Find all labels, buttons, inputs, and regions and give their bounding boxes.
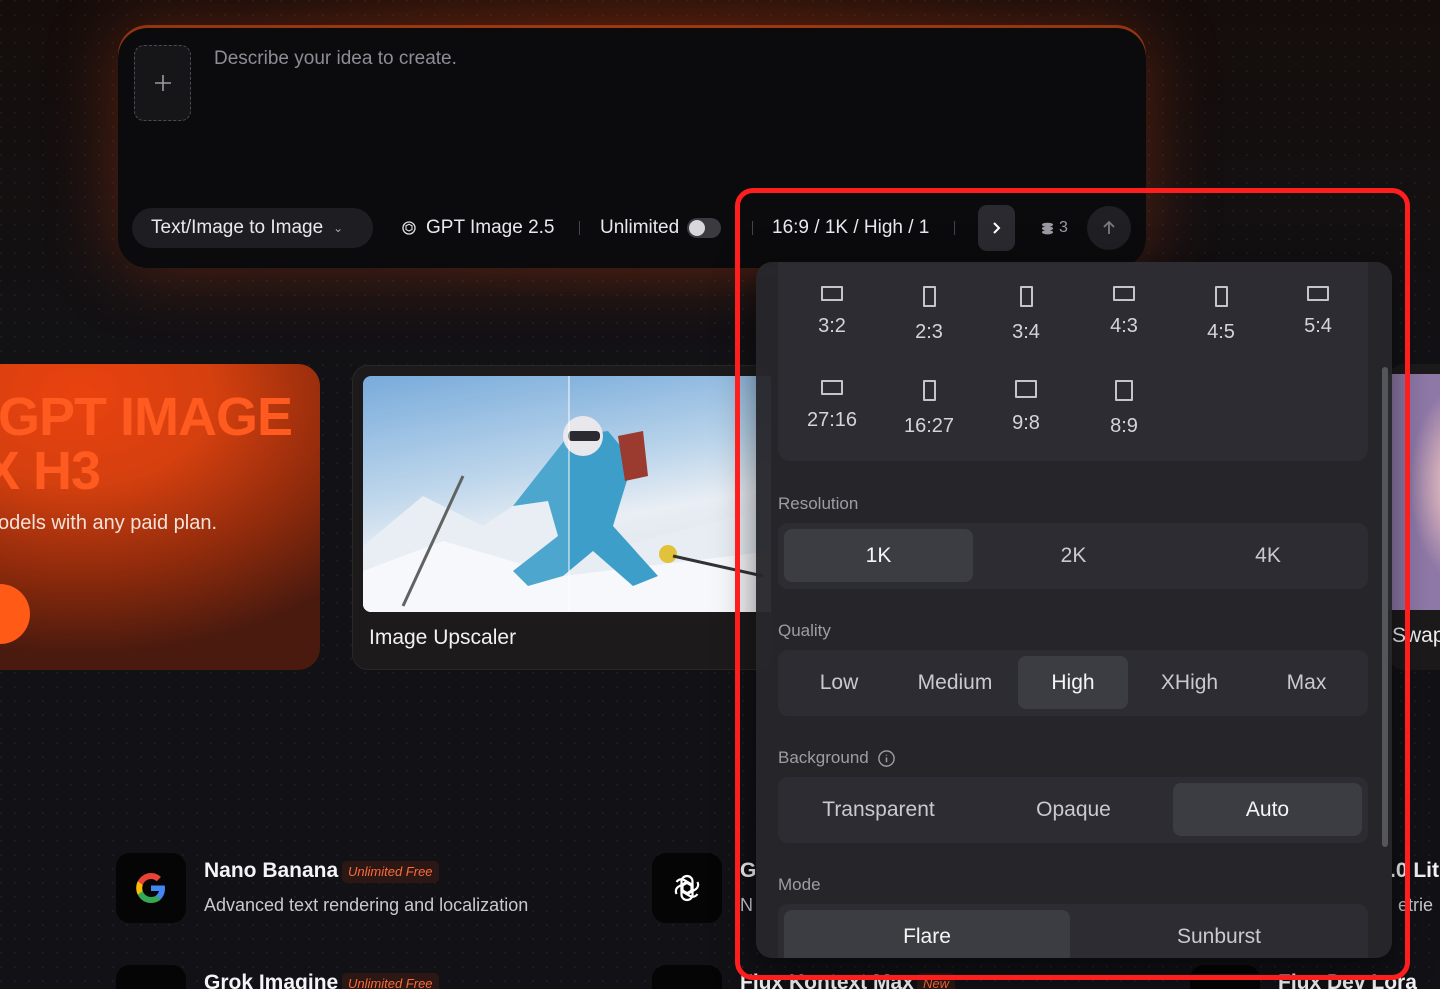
unlimited-label: Unlimited [600,217,680,238]
unlimited-free-badge: Unlimited Free [342,861,439,883]
model-description: Advanced text rendering and localization [204,895,529,915]
chevron-down-icon: ⌄ [333,221,344,235]
google-icon [116,853,186,923]
model-name: Nano Banana [204,859,339,882]
model-name: Grok Imagine [204,971,339,989]
mode-dropdown-label: Text/Image to Image [151,217,324,238]
toolbar-divider [579,221,580,235]
promo-subtitle: odels with any paid plan. [0,512,218,534]
plus-icon [154,75,171,91]
model-list-item[interactable]: Grok Imagine Unlimited Free [116,965,636,989]
promo-banner[interactable]: GPT IMAGE X H3 odels with any paid plan. [0,364,320,670]
add-image-button[interactable] [134,45,191,121]
promo-title-line: X H3 [0,441,101,501]
openai-icon [652,853,722,923]
unlimited-free-badge: Unlimited Free [342,973,439,989]
toggle-switch[interactable] [687,218,722,238]
grok-icon [116,965,186,989]
model-label: GPT Image 2.5 [426,217,555,238]
model-selector[interactable]: GPT Image 2.5 [400,208,555,248]
model-list-item[interactable]: Nano Banana Unlimited Free Advanced text… [116,853,636,925]
prompt-input[interactable] [214,48,1094,198]
model-logo [652,965,722,989]
image-upscaler-card[interactable]: Image Upscaler [352,365,772,670]
highlight-annotation-box [735,188,1410,980]
upscaler-card-title: Image Upscaler [369,626,517,649]
skier-illustration [363,376,771,612]
promo-title-line: GPT IMAGE [0,387,293,447]
openai-icon [402,221,416,235]
mode-dropdown[interactable]: Text/Image to Image ⌄ [132,208,373,248]
promo-title: GPT IMAGE X H3 [0,390,320,498]
promo-cta-button[interactable] [0,584,30,644]
upscaler-preview-image [363,376,771,612]
unlimited-toggle[interactable]: Unlimited [600,208,722,248]
